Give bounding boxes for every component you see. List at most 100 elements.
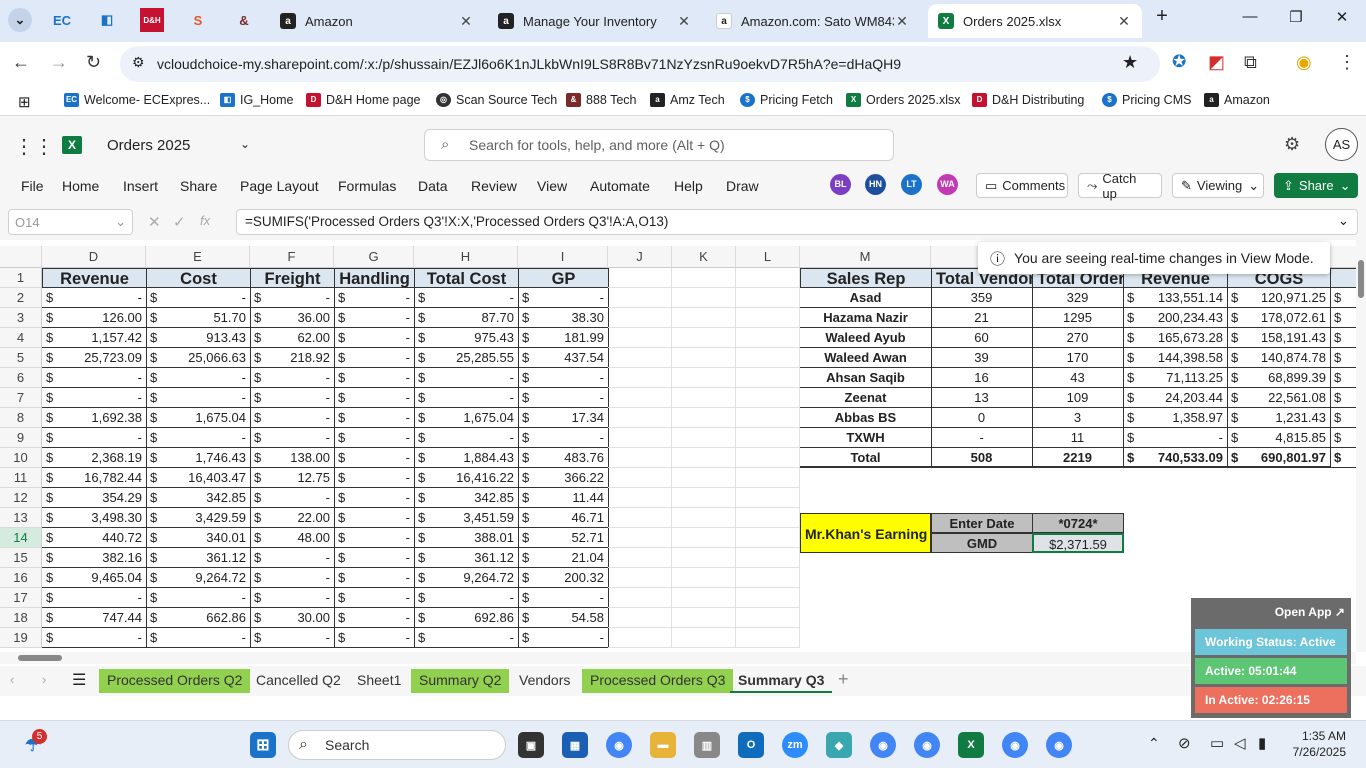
volume-icon[interactable]: ◁ xyxy=(1234,734,1246,752)
table-cell[interactable]: $1,884.43 xyxy=(414,448,519,468)
close-icon[interactable]: ✕ xyxy=(1116,13,1132,30)
presence-avatar[interactable]: LT xyxy=(901,174,922,195)
table-cell[interactable]: $354.29 xyxy=(42,488,147,508)
table-cell[interactable]: $22.00 xyxy=(250,508,335,528)
table-cell[interactable]: $ - xyxy=(518,428,609,448)
table-cell[interactable]: $3,429.59 xyxy=(146,508,251,528)
settings-gear-icon[interactable]: ⚙ xyxy=(1284,134,1300,155)
chrome-active-icon[interactable]: ◉ xyxy=(914,732,940,758)
table-cell[interactable]: $ - xyxy=(414,588,519,608)
excel-taskbar-icon[interactable]: X xyxy=(958,732,984,758)
empty-cell[interactable] xyxy=(672,568,736,588)
comments-button[interactable]: ▭ Comments xyxy=(976,173,1068,198)
summary-cell[interactable]: 39 xyxy=(931,348,1033,368)
empty-cell[interactable] xyxy=(608,528,672,548)
summary-cell[interactable]: $ xyxy=(1330,368,1356,388)
table-cell[interactable]: $ - xyxy=(414,388,519,408)
row-header[interactable]: 4 xyxy=(0,328,42,348)
pdf-extension-icon[interactable]: ◩ xyxy=(1208,52,1225,73)
tab-search-icon[interactable]: ⌄ xyxy=(8,8,32,32)
table-cell[interactable]: $437.54 xyxy=(518,348,609,368)
user-avatar[interactable]: AS xyxy=(1325,128,1358,161)
tab-formulas[interactable]: Formulas xyxy=(338,178,396,194)
summary-cell[interactable]: $ xyxy=(1330,428,1356,448)
column-header-K[interactable]: K xyxy=(672,246,736,268)
select-all-corner[interactable] xyxy=(0,246,42,268)
reload-icon[interactable]: ↻ xyxy=(86,52,101,73)
table-cell[interactable]: $62.00 xyxy=(250,328,335,348)
row-header[interactable]: 9 xyxy=(0,428,42,448)
table-cell[interactable]: $218.92 xyxy=(250,348,335,368)
back-icon[interactable]: ← xyxy=(12,52,30,73)
table-cell[interactable]: $ - xyxy=(250,548,335,568)
restore-icon[interactable]: ❐ xyxy=(1276,8,1316,32)
table-cell[interactable]: $361.12 xyxy=(146,548,251,568)
summary-cell[interactable]: 13 xyxy=(931,388,1033,408)
gmd-value-cell[interactable]: $2,371.59 xyxy=(1032,533,1124,553)
empty-cell[interactable] xyxy=(608,368,672,388)
summary-cell[interactable]: $178,072.61 xyxy=(1227,308,1331,328)
scroll-thumb[interactable] xyxy=(18,655,62,661)
summary-cell[interactable]: $ xyxy=(1330,308,1356,328)
table-cell[interactable]: $483.76 xyxy=(518,448,609,468)
table-cell[interactable]: $ - xyxy=(414,368,519,388)
table-cell[interactable]: $138.00 xyxy=(250,448,335,468)
table-cell[interactable]: $ - xyxy=(334,548,415,568)
empty-cell[interactable] xyxy=(672,428,736,448)
table-cell[interactable]: $342.85 xyxy=(414,488,519,508)
bookmark-item[interactable]: X Orders 2025.xlsx xyxy=(846,93,960,107)
empty-cell[interactable] xyxy=(736,288,800,308)
spreadsheet-grid[interactable]: D E F G H I J K L M 1 2 3 4 5 6 7 8 9 10 11 12 13 14 15 16 17 18 19 R… xyxy=(0,246,1356,652)
row-header[interactable]: 6 xyxy=(0,368,42,388)
empty-cell[interactable] xyxy=(672,308,736,328)
sheet-tab[interactable]: Cancelled Q2 xyxy=(248,669,349,693)
presence-avatar[interactable]: HN xyxy=(865,174,886,195)
summary-cell[interactable]: 2219 xyxy=(1032,448,1124,468)
table-cell[interactable]: $ - xyxy=(334,348,415,368)
row-header[interactable]: 7 xyxy=(0,388,42,408)
column-header-L[interactable]: L xyxy=(736,246,800,268)
table-cell[interactable]: $ - xyxy=(414,428,519,448)
tab-file[interactable]: File xyxy=(21,178,44,194)
bookmark-item[interactable]: ◎ Scan Source Tech xyxy=(436,93,557,107)
table-cell[interactable]: $913.43 xyxy=(146,328,251,348)
bookmark-item[interactable]: & 888 Tech xyxy=(566,93,637,107)
table-cell[interactable]: $ - xyxy=(334,608,415,628)
apps-grid-icon[interactable]: ⊞ xyxy=(18,93,31,111)
table-cell[interactable]: $25,723.09 xyxy=(42,348,147,368)
table-cell[interactable]: $ - xyxy=(334,468,415,488)
table-cell[interactable]: $ - xyxy=(334,308,415,328)
column-header-D[interactable]: D xyxy=(42,246,146,268)
row-header[interactable]: 5 xyxy=(0,348,42,368)
scroll-thumb[interactable] xyxy=(1358,260,1364,298)
profile-icon[interactable]: ◉ xyxy=(1296,52,1312,73)
empty-cell[interactable] xyxy=(608,588,672,608)
empty-cell[interactable] xyxy=(608,268,672,288)
empty-cell[interactable] xyxy=(608,408,672,428)
clock-date[interactable]: 7/26/2025 xyxy=(1290,745,1346,759)
table-cell[interactable]: $ - xyxy=(42,628,147,648)
summary-cell[interactable]: $165,673.28 xyxy=(1123,328,1228,348)
browser-menu-icon[interactable]: ⋮ xyxy=(1338,52,1356,73)
table-cell[interactable]: $126.00 xyxy=(42,308,147,328)
empty-cell[interactable] xyxy=(672,368,736,388)
summary-cell[interactable]: $690,801.97 xyxy=(1227,448,1331,468)
empty-cell[interactable] xyxy=(672,608,736,628)
table-cell[interactable]: $ - xyxy=(518,288,609,308)
table-cell[interactable]: $17.34 xyxy=(518,408,609,428)
table-cell[interactable]: $ - xyxy=(334,428,415,448)
table-cell[interactable]: $16,782.44 xyxy=(42,468,147,488)
table-cell[interactable]: $16,403.47 xyxy=(146,468,251,488)
summary-cell[interactable]: $740,533.09 xyxy=(1123,448,1228,468)
s-pinned-tab-icon[interactable]: S xyxy=(186,8,210,32)
presence-avatar[interactable]: BL xyxy=(830,174,851,195)
browser-tab-0[interactable]: a Amazon ✕ xyxy=(270,4,484,38)
summary-cell[interactable]: $140,874.78 xyxy=(1227,348,1331,368)
empty-cell[interactable] xyxy=(736,308,800,328)
empty-cell[interactable] xyxy=(672,588,736,608)
column-header[interactable] xyxy=(1330,246,1356,268)
table-cell[interactable]: $ - xyxy=(334,508,415,528)
summary-cell[interactable]: $1,231.43 xyxy=(1227,408,1331,428)
empty-cell[interactable] xyxy=(608,628,672,648)
empty-cell[interactable] xyxy=(672,448,736,468)
